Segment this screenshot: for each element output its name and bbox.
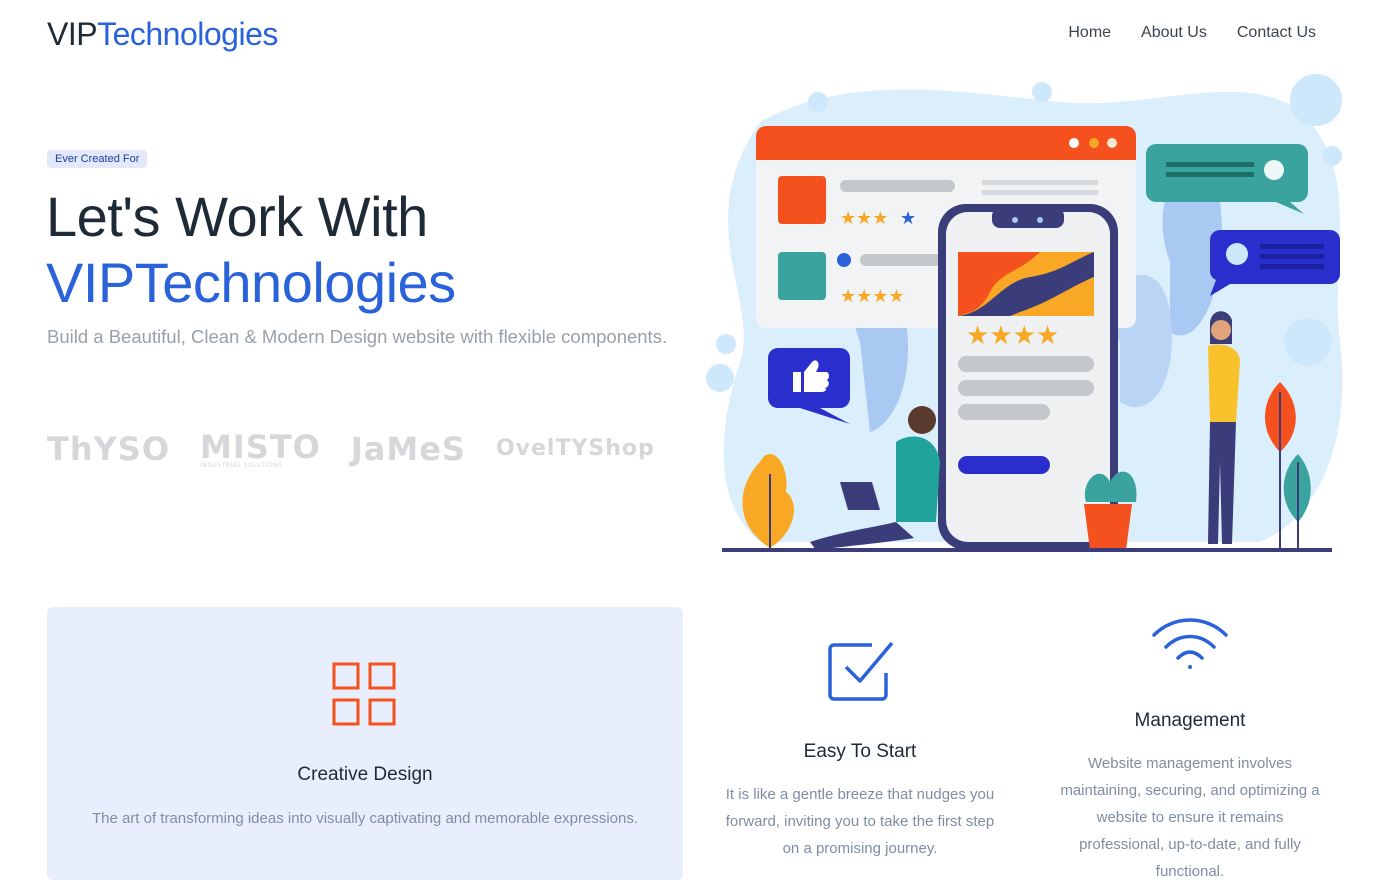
svg-text:★★★: ★★★ (840, 208, 888, 228)
svg-text:★★★★: ★★★★ (840, 286, 905, 306)
brand-logo[interactable]: VIPTechnologies (47, 16, 278, 53)
partner-logo-james: JaMeS (350, 429, 466, 468)
feature-card-management: Management Website management involves m… (1060, 607, 1320, 885)
partner-logo-misto-name: MISTO (200, 428, 321, 466)
hero-subtitle: Build a Beautiful, Clean & Modern Design… (47, 326, 668, 347)
feature-title: Easy To Start (803, 741, 917, 762)
svg-text:★: ★ (900, 208, 916, 228)
grid-icon (332, 662, 396, 726)
feature-card-creative-design: Creative Design The art of transforming … (47, 607, 683, 880)
feature-title: Creative Design (297, 764, 433, 785)
checkbox-icon (828, 641, 894, 701)
hero-illustration: ★★★ ★ ★★★★ ★★★★ (706, 74, 1343, 552)
feature-title: Management (1134, 710, 1246, 731)
feature-text: Website management involves maintaining,… (1060, 755, 1320, 880)
partner-logos: ThYSO MISTO INDUSTRIAL SOLUTIONS JaMeS O… (47, 428, 655, 469)
hero-title-line2: VIPTechnologies (46, 251, 456, 314)
feature-card-easy-to-start: Easy To Start It is like a gentle breeze… (722, 607, 998, 862)
brand-prefix: VIP (47, 16, 98, 52)
feature-text: The art of transforming ideas into visua… (91, 810, 639, 827)
partner-logo-misto: MISTO INDUSTRIAL SOLUTIONS (200, 428, 321, 469)
partner-logo-ovelty: OvelTYShop (495, 436, 655, 461)
wifi-icon (1152, 618, 1228, 669)
nav-link-contact[interactable]: Contact Us (1237, 24, 1316, 42)
hero-badge: Ever Created For (47, 150, 148, 168)
nav-link-home[interactable]: Home (1068, 24, 1111, 42)
svg-text:★★★★: ★★★★ (966, 320, 1059, 350)
hero-title: Let's Work With VIPTechnologies (46, 184, 456, 316)
hero-title-line1: Let's Work With (46, 185, 428, 248)
partner-logo-thyso: ThYSO (47, 429, 171, 468)
brand-accent: Technologies (97, 16, 278, 52)
feature-text: It is like a gentle breeze that nudges y… (725, 786, 995, 857)
nav-link-about[interactable]: About Us (1141, 24, 1207, 42)
main-nav: Home About Us Contact Us (1068, 24, 1316, 42)
